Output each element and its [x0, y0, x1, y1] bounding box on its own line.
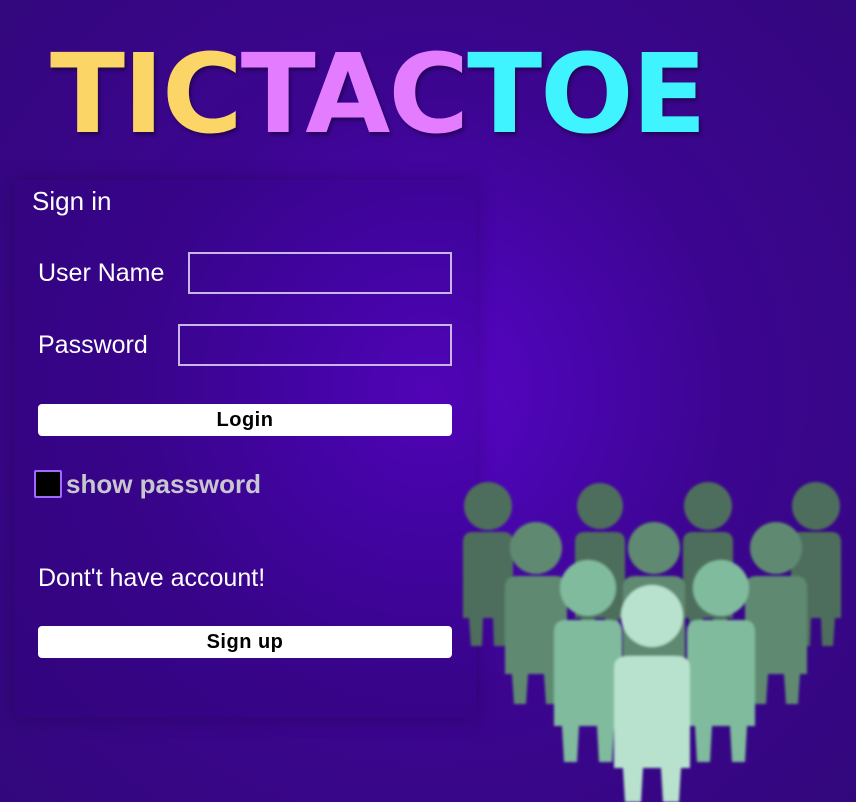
app-logo: TIC TAC TOE	[50, 38, 810, 150]
username-input[interactable]	[188, 252, 452, 294]
show-password-checkbox[interactable]	[34, 470, 62, 498]
signup-button[interactable]: Sign up	[38, 626, 452, 658]
logo-tic: TIC	[50, 30, 243, 158]
logo-tac: TAC	[240, 30, 469, 158]
password-label: Password	[38, 331, 148, 359]
login-button[interactable]: Login	[38, 404, 452, 436]
people-group-icon	[463, 482, 841, 802]
logo-toe: TOE	[467, 30, 707, 158]
signin-title: Sign in	[32, 186, 112, 216]
username-label: User Name	[38, 259, 165, 287]
show-password-label[interactable]: show password	[66, 469, 261, 500]
password-input[interactable]	[178, 324, 452, 366]
no-account-text: Dont't have account!	[38, 564, 266, 592]
